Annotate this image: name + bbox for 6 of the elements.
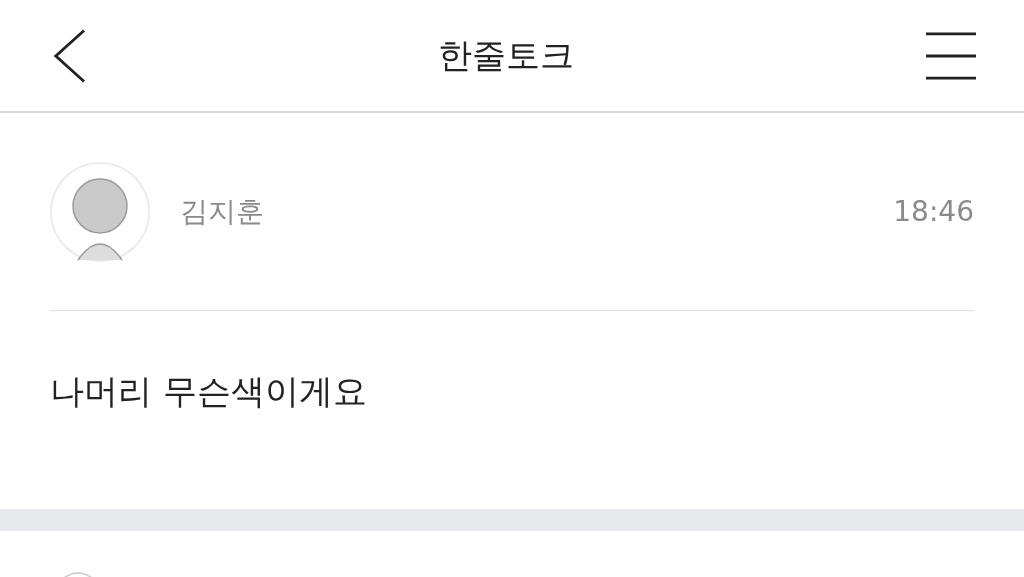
post-time: 18:46 xyxy=(893,195,974,228)
author-name: 김지훈 xyxy=(180,193,265,230)
menu-icon[interactable] xyxy=(926,30,976,81)
back-icon[interactable] xyxy=(52,27,86,84)
page-title: 한줄토크 xyxy=(438,33,574,77)
message-text: 나머리 무슨색이게요 xyxy=(50,370,368,413)
